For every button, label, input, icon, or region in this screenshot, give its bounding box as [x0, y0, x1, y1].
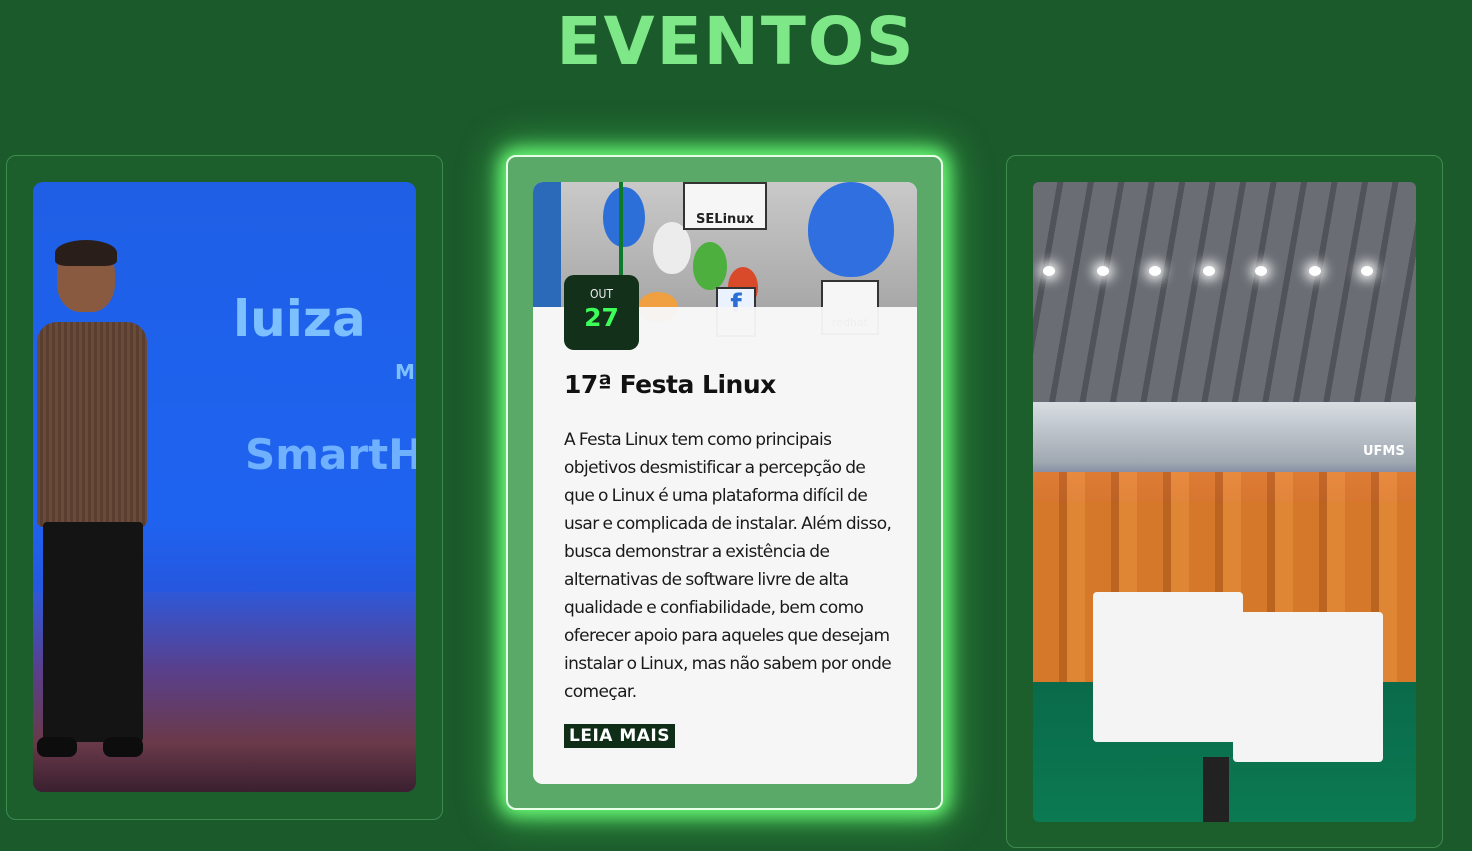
screen-brand-text: luiza — [233, 290, 366, 348]
gym-event-photo: UFMS — [1033, 182, 1416, 822]
event-title: 17ª Festa Linux — [564, 370, 776, 399]
speaker-photo: luiza M SmartH — [33, 182, 416, 792]
event-card-right[interactable]: UFMS — [1006, 155, 1443, 848]
date-day: 27 — [584, 303, 619, 332]
screen-sub-text: SmartH — [245, 430, 416, 479]
selinux-sign: SELinux — [683, 182, 767, 230]
date-month: OUT — [590, 287, 613, 301]
screen-m-text: M — [395, 360, 415, 384]
gym-banner-text: UFMS — [1363, 444, 1405, 459]
event-card-left[interactable]: luiza M SmartH — [6, 155, 443, 820]
event-card-featured[interactable]: SELinux f redhat OUT 27 17ª Festa Linux … — [506, 155, 943, 810]
read-more-button[interactable]: LEIA MAIS — [564, 724, 675, 748]
event-panel: SELinux f redhat OUT 27 17ª Festa Linux … — [533, 182, 917, 784]
event-description: A Festa Linux tem como principais objeti… — [564, 430, 892, 702]
date-badge: OUT 27 — [564, 275, 639, 350]
section-title: EVENTOS — [556, 3, 916, 80]
